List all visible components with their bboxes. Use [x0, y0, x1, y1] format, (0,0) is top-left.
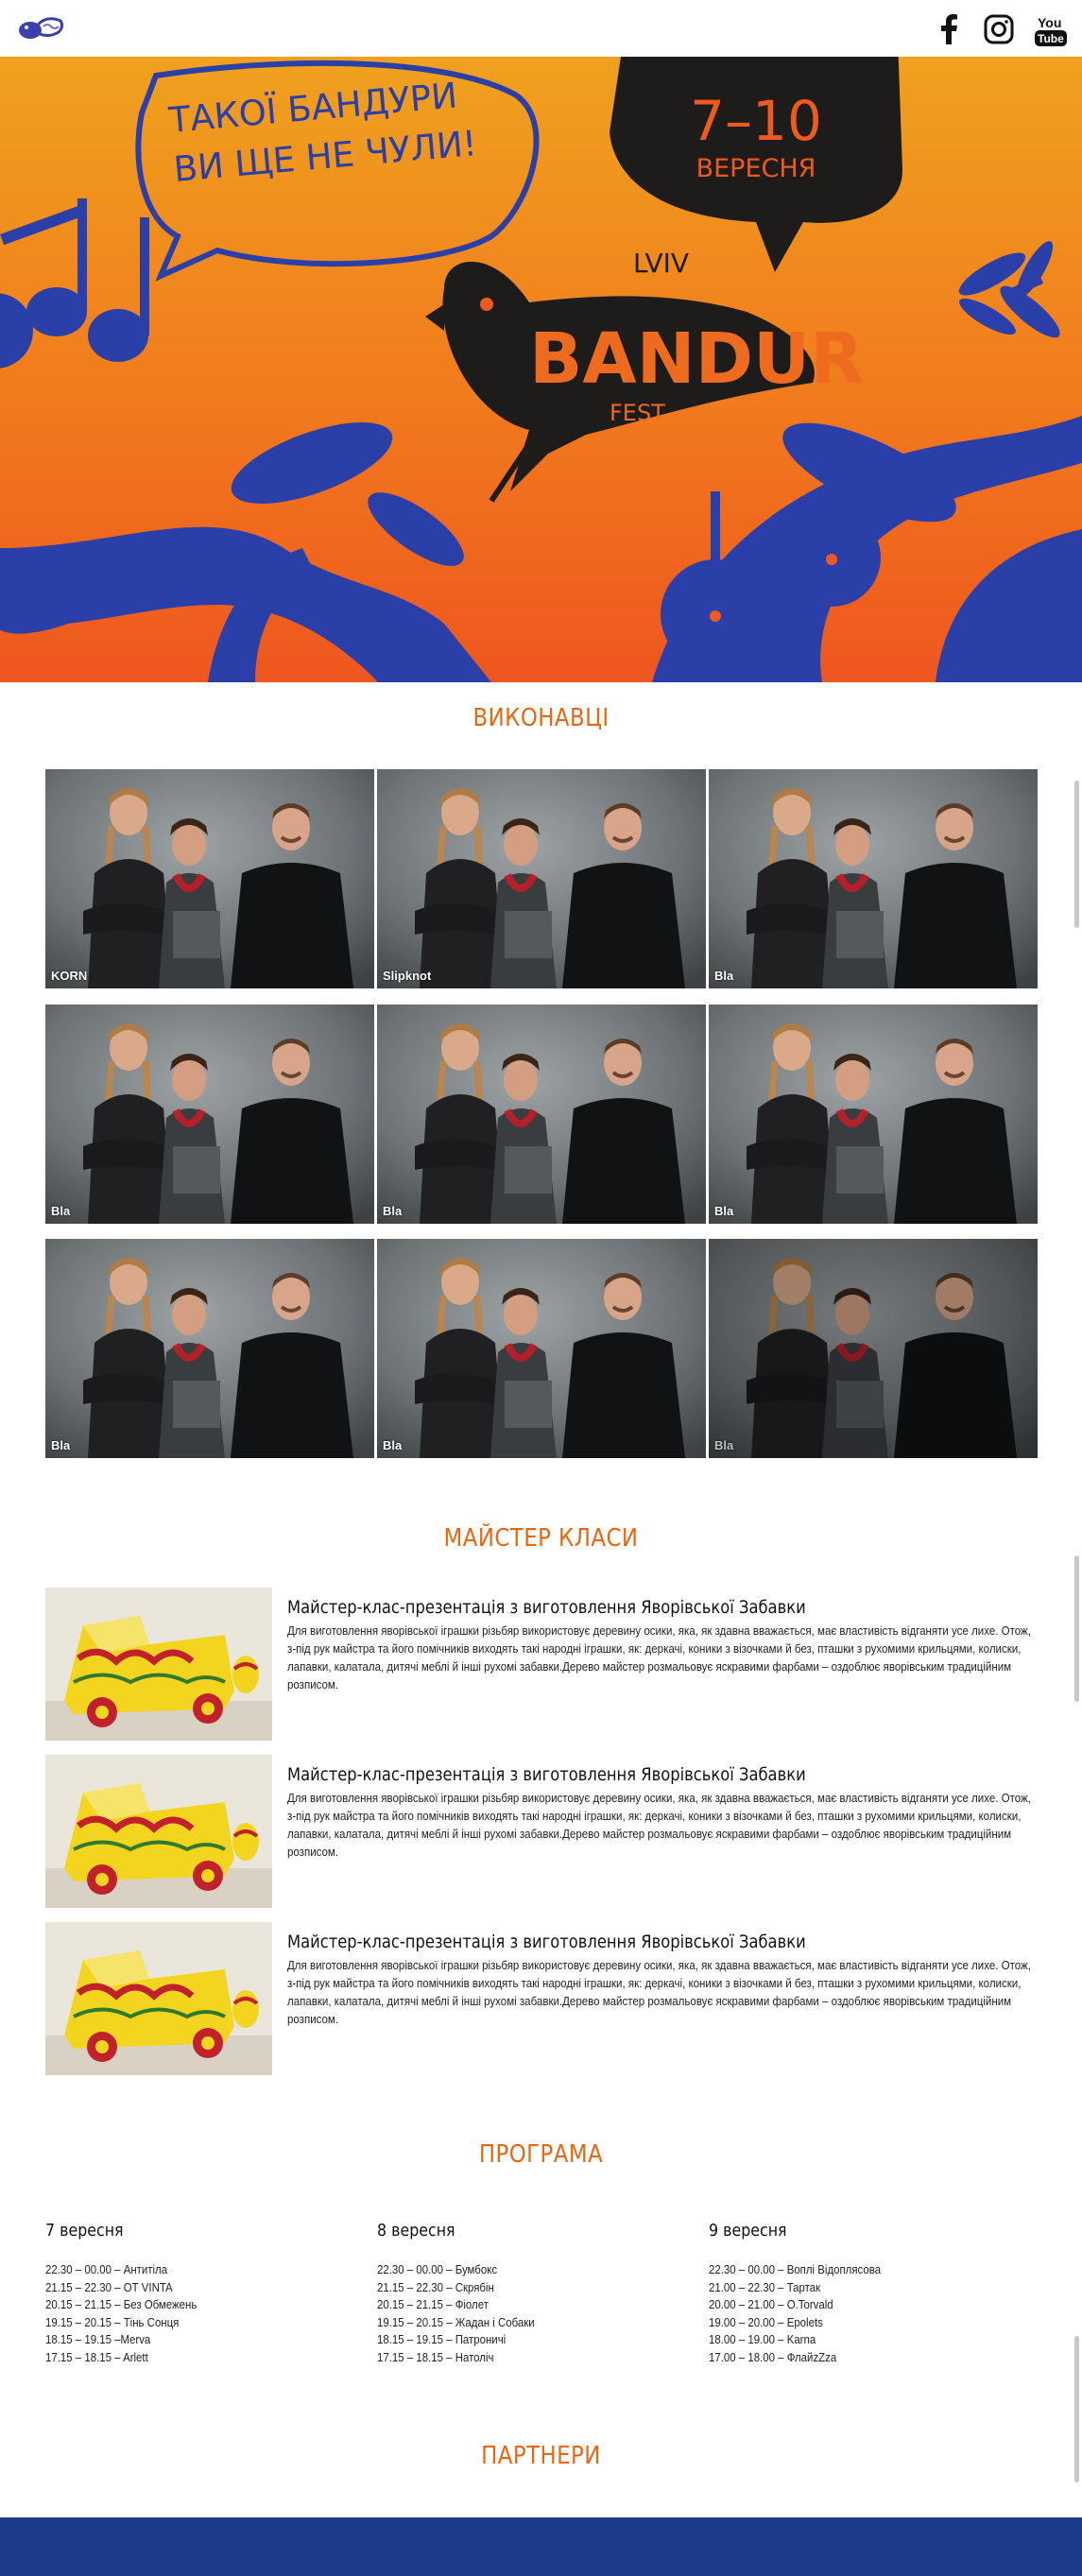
performer-card[interactable]: Bla [709, 1005, 1038, 1224]
masterclass-item[interactable]: Майстер-клас-презентація з виготовлення … [45, 1922, 1038, 2075]
performer-name: Bla [51, 1204, 71, 1218]
masterclass-thumbnail[interactable] [45, 1755, 272, 1908]
program-entry: 17.15 – 18.15 – Натоліч [377, 2349, 494, 2364]
masterclass-title[interactable]: Майстер-клас-презентація з виготовлення … [287, 1764, 806, 1785]
program-day-title: 7 вересня [45, 2221, 124, 2241]
performer-name: Bla [714, 969, 734, 983]
performer-name: Bla [383, 1204, 403, 1218]
program-entry: 19.15 – 20.15 – Жадан і Собаки [377, 2314, 535, 2329]
performers-title: ВИКОНАВЦІ [472, 704, 610, 732]
scrollbar-thumb[interactable] [1074, 2336, 1079, 2482]
wooden-toy-photo [45, 1755, 272, 1908]
performer-card[interactable]: Bla [45, 1239, 374, 1458]
wooden-toy-photo [45, 1922, 272, 2075]
program-day-title: 8 вересня [377, 2221, 455, 2241]
masterclass-item[interactable]: Майстер-клас-презентація з виготовлення … [45, 1755, 1038, 1908]
performer-name: KORN [51, 969, 88, 983]
band-photo [377, 769, 706, 988]
masterclass-title[interactable]: Майстер-клас-презентація з виготовлення … [287, 1932, 806, 1952]
youtube-icon[interactable]: You Tube [1033, 13, 1069, 47]
top-navigation-bar: You Tube [0, 0, 1082, 57]
program-entry: 17.00 – 18.00 – ФлайzZza [709, 2349, 837, 2364]
masterclass-thumbnail[interactable] [45, 1922, 272, 2075]
program-entry: 17.15 – 18.15 – Arlett [45, 2349, 148, 2364]
performer-name: Bla [51, 1438, 71, 1452]
performer-name: Bla [383, 1438, 403, 1452]
facebook-icon[interactable] [937, 13, 960, 45]
hero-logo-suffix: FEST [610, 400, 665, 426]
hero-logo-name: BANDUR [529, 318, 864, 400]
program-entry: 22.30 – 00.00 – Антитіла [45, 2262, 168, 2276]
performer-card[interactable]: Bla [709, 769, 1038, 988]
program-entry: 18.15 – 19.15 –Merva [45, 2332, 151, 2346]
performer-card[interactable]: Bla [377, 1005, 706, 1224]
program-entry: 22.30 – 00.00 – Воплі Відоплясова [709, 2262, 882, 2276]
program-title: ПРОГРАМА [478, 2140, 604, 2169]
band-photo [377, 1005, 706, 1224]
performer-name: Bla [714, 1438, 734, 1452]
program-day-list: 22.30 – 00.00 – Бумбокс 21.15 – 22.30 – С… [377, 2261, 698, 2366]
program-entry: 21.15 – 22.30 – Скрябін [377, 2279, 494, 2294]
program-day-list: 22.30 – 00.00 – Антитіла 21.15 – 22.30 – … [45, 2261, 367, 2366]
hero-month: ВЕРЕСНЯ [696, 154, 816, 183]
scrollbar-thumb[interactable] [1074, 1555, 1079, 1702]
program-day: 9 вересня 22.30 – 00.00 – Воплі Відоплясо… [709, 2221, 1030, 2366]
scrollbar-thumb[interactable] [1074, 781, 1079, 928]
program-entry: 22.30 – 00.00 – Бумбокс [377, 2262, 498, 2276]
masterclass-description: Для виготовлення яворівської іграшки різ… [287, 1623, 1031, 1692]
program-day-title: 9 вересня [709, 2221, 787, 2241]
program-entry: 18.00 – 19.00 – Karna [709, 2332, 816, 2346]
site-logo[interactable] [17, 13, 70, 42]
program-day-list: 22.30 – 00.00 – Воплі Відоплясова 21.00 –… [709, 2261, 1030, 2366]
program-day: 8 вересня 22.30 – 00.00 – Бумбокс 21.15 – … [377, 2221, 698, 2366]
performer-card[interactable]: KORN [45, 769, 374, 988]
masterclasses-title: МАЙСТЕР КЛАСИ [443, 1524, 639, 1553]
program-entry: 20.00 – 21.00 – O.Torvald [709, 2297, 833, 2311]
performer-name: Bla [714, 1204, 734, 1218]
masterclass-thumbnail[interactable] [45, 1588, 272, 1741]
svg-text:You: You [1038, 15, 1061, 30]
partners-band [0, 2517, 1082, 2576]
band-photo [45, 769, 374, 988]
program-entry: 20.15 – 21.15 – Без Обмежень [45, 2297, 198, 2311]
instagram-icon[interactable] [983, 13, 1015, 45]
hero-banner: ТАКОЇ БАНДУРИ ВИ ЩЕ НЕ ЧУЛИ! 7–10 ВЕРЕСН… [0, 57, 1082, 682]
program-entry: 19.00 – 20.00 – Epolets [709, 2314, 823, 2329]
band-photo [709, 769, 1038, 988]
masterclass-item[interactable]: Майстер-клас-презентація з виготовлення … [45, 1588, 1038, 1741]
svg-text:Tube: Tube [1038, 32, 1064, 45]
program-entry: 18.15 – 19.15 – Патроничі [377, 2332, 507, 2346]
hero-dates: 7–10 [690, 89, 822, 153]
band-photo [377, 1239, 706, 1458]
band-photo [709, 1239, 1038, 1458]
band-photo [45, 1005, 374, 1224]
bandur-fest-bird-logo-icon [19, 17, 64, 39]
hero-logo-city: LVIV [633, 248, 689, 279]
partners-title: ПАРТНЕРИ [481, 2442, 601, 2470]
performer-name: Slipknot [383, 969, 432, 983]
program-entry: 21.15 – 22.30 – ОТ VINTA [45, 2279, 173, 2294]
program-entry: 19.15 – 20.15 – Тінь Сонця [45, 2314, 180, 2329]
performer-card[interactable]: Bla [45, 1005, 374, 1224]
performer-card[interactable]: Bla [709, 1239, 1038, 1458]
band-photo [709, 1005, 1038, 1224]
program-entry: 20.15 – 21.15 – Фіолет [377, 2297, 489, 2311]
program-day: 7 вересня 22.30 – 00.00 – Антитіла 21.15 –… [45, 2221, 367, 2366]
program-entry: 21.00 – 22.30 – Тартак [709, 2279, 821, 2294]
performer-card[interactable]: Slipknot [377, 769, 706, 988]
performer-card[interactable]: Bla [377, 1239, 706, 1458]
masterclass-description: Для виготовлення яворівської іграшки різ… [287, 1791, 1031, 1859]
band-photo [45, 1239, 374, 1458]
wooden-toy-photo [45, 1588, 272, 1741]
masterclass-title[interactable]: Майстер-клас-презентація з виготовлення … [287, 1597, 806, 1618]
masterclass-description: Для виготовлення яворівської іграшки різ… [287, 1958, 1031, 2026]
